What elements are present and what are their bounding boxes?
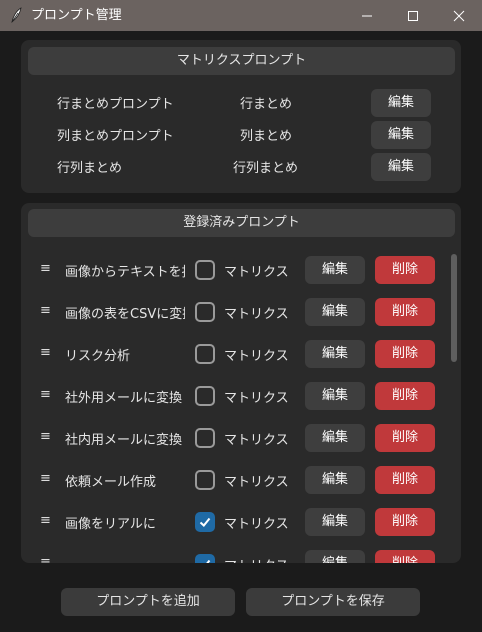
- drag-handle-icon[interactable]: ≡: [40, 555, 52, 563]
- edit-button[interactable]: 編集: [305, 256, 365, 284]
- matrix-checkbox[interactable]: [195, 470, 215, 490]
- save-prompts-button[interactable]: プロンプトを保存: [246, 588, 420, 616]
- delete-button[interactable]: 削除: [375, 256, 435, 284]
- delete-button[interactable]: 削除: [375, 340, 435, 368]
- check-icon: [206, 559, 211, 563]
- maximize-icon: [408, 10, 418, 21]
- matrix-checkbox[interactable]: [195, 512, 215, 532]
- prompt-name: リスク分析: [65, 349, 131, 364]
- list-scrollbar[interactable]: [451, 254, 457, 362]
- edit-button[interactable]: 編集: [305, 508, 365, 536]
- drag-handle-icon[interactable]: ≡: [40, 513, 52, 528]
- close-button[interactable]: [436, 0, 482, 31]
- edit-button[interactable]: 編集: [305, 382, 365, 410]
- edit-button[interactable]: 編集: [305, 298, 365, 326]
- delete-button[interactable]: 削除: [375, 298, 435, 326]
- drag-handle-icon[interactable]: ≡: [40, 261, 52, 276]
- drag-handle-icon[interactable]: ≡: [40, 429, 52, 444]
- delete-button[interactable]: 削除: [375, 382, 435, 410]
- maximize-button[interactable]: [390, 0, 436, 31]
- close-icon: [453, 10, 465, 21]
- add-prompt-button[interactable]: プロンプトを追加: [61, 588, 235, 616]
- matrix-checkbox[interactable]: [195, 302, 215, 322]
- matrix-checkbox[interactable]: [195, 554, 215, 563]
- prompt-name: 画像の表をCSVに変換: [65, 307, 185, 322]
- delete-button[interactable]: 削除: [375, 424, 435, 452]
- edit-button[interactable]: 編集: [305, 340, 365, 368]
- matrix-prompt-value: 列まとめ: [240, 129, 293, 144]
- edit-button[interactable]: 編集: [305, 424, 365, 452]
- check-icon: [199, 517, 211, 527]
- feather-icon: [11, 7, 22, 23]
- matrix-checkbox-label[interactable]: マトリクス: [224, 387, 289, 406]
- delete-button[interactable]: 削除: [375, 550, 435, 563]
- title-bar: プロンプト管理: [0, 0, 482, 31]
- matrix-edit-button[interactable]: 編集: [371, 153, 431, 181]
- matrix-checkbox[interactable]: [195, 344, 215, 364]
- registered-list[interactable]: ≡画像からテキストを抽出マトリクス編集削除≡画像の表をCSVに変換マトリクス編集…: [21, 240, 461, 563]
- matrix-edit-button[interactable]: 編集: [371, 89, 431, 117]
- matrix-checkbox-label[interactable]: マトリクス: [224, 555, 289, 563]
- matrix-checkbox[interactable]: [195, 386, 215, 406]
- prompt-name: 社内用メールに変換: [65, 433, 183, 448]
- drag-handle-icon[interactable]: ≡: [40, 387, 52, 402]
- matrix-checkbox-label[interactable]: マトリクス: [224, 429, 289, 448]
- drag-handle-icon[interactable]: ≡: [40, 345, 52, 360]
- matrix-prompt-value: 行列まとめ: [233, 161, 299, 176]
- matrix-section-header: マトリクスプロンプト: [28, 47, 455, 75]
- matrix-checkbox-label[interactable]: マトリクス: [224, 303, 289, 322]
- prompt-name: 画像からテキストを抽出: [65, 265, 185, 280]
- matrix-prompt-name: 行列まとめ: [57, 161, 123, 176]
- drag-handle-icon[interactable]: ≡: [40, 303, 52, 318]
- matrix-checkbox[interactable]: [195, 260, 215, 280]
- registered-section-header: 登録済みプロンプト: [28, 209, 455, 237]
- matrix-edit-button[interactable]: 編集: [371, 121, 431, 149]
- drag-handle-icon[interactable]: ≡: [40, 471, 52, 486]
- matrix-checkbox-label[interactable]: マトリクス: [224, 345, 289, 364]
- edit-button[interactable]: 編集: [305, 466, 365, 494]
- matrix-checkbox-label[interactable]: マトリクス: [224, 471, 289, 490]
- minimize-icon: [362, 15, 372, 16]
- matrix-prompt-name: 行まとめプロンプト: [57, 97, 174, 112]
- matrix-checkbox-label[interactable]: マトリクス: [224, 261, 289, 280]
- matrix-checkbox-label[interactable]: マトリクス: [224, 513, 289, 532]
- matrix-prompt-name: 列まとめプロンプト: [57, 129, 174, 144]
- window-title: プロンプト管理: [31, 8, 122, 23]
- matrix-checkbox[interactable]: [195, 428, 215, 448]
- prompt-name: 画像をリアルに: [65, 517, 156, 532]
- minimize-button[interactable]: [344, 0, 390, 31]
- edit-button[interactable]: 編集: [305, 550, 365, 563]
- delete-button[interactable]: 削除: [375, 508, 435, 536]
- prompt-name: 社外用メールに変換: [65, 391, 183, 406]
- delete-button[interactable]: 削除: [375, 466, 435, 494]
- matrix-prompt-value: 行まとめ: [240, 97, 293, 112]
- prompt-name: 依頼メール作成: [65, 475, 157, 490]
